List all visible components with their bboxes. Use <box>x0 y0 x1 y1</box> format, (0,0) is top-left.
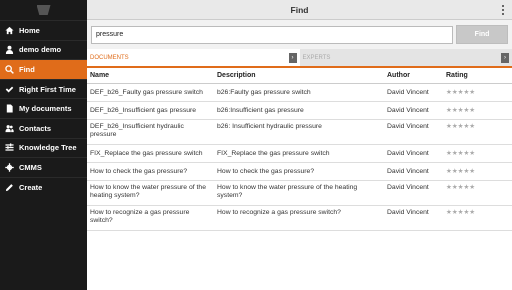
tree-icon <box>4 143 14 153</box>
cell-description: b26:Insufficient gas pressure <box>214 101 384 120</box>
sidebar-item-home[interactable]: Home <box>0 20 87 40</box>
sidebar-item-cmms[interactable]: CMMS <box>0 157 87 177</box>
cell-description: FIX_Replace the gas pressure switch <box>214 144 384 163</box>
rating-stars: ★★★★★ <box>443 119 512 145</box>
sidebar-item-label: Right First Time <box>19 84 76 94</box>
rating-stars: ★★★★★ <box>443 162 512 181</box>
column-header-rating[interactable]: Rating <box>443 68 512 84</box>
main-panel: Find Find DOCUMENTS › EXPERTS › Name Des… <box>87 0 512 290</box>
cell-author: David Vincent <box>384 162 443 181</box>
check-icon <box>4 84 14 94</box>
cell-description: b26:Faulty gas pressure switch <box>214 83 384 102</box>
sidebar-item-find[interactable]: Find <box>0 59 87 79</box>
find-button[interactable]: Find <box>456 25 508 44</box>
sidebar-item-label: My documents <box>19 104 72 114</box>
sidebar-item-label: Knowledge Tree <box>19 143 77 153</box>
sidebar-item-right-first-time[interactable]: Right First Time <box>0 78 87 99</box>
column-header-description[interactable]: Description <box>214 68 384 84</box>
rating-stars: ★★★★★ <box>443 101 512 120</box>
chevron-right-icon: › <box>288 52 297 63</box>
cell-name: DEF_b26_Insufficient hydraulic pressure <box>87 119 214 145</box>
app-logo <box>0 0 87 20</box>
sidebar-item-create[interactable]: Create <box>0 176 87 197</box>
cell-author: David Vincent <box>384 144 443 163</box>
sidebar-item-label: Create <box>19 182 43 192</box>
sidebar-item-knowledge-tree[interactable]: Knowledge Tree <box>0 137 87 158</box>
column-header-author[interactable]: Author <box>384 68 443 84</box>
column-header-name[interactable]: Name <box>87 68 214 84</box>
cell-name: How to check the gas pressure? <box>87 162 214 181</box>
tab-documents[interactable]: DOCUMENTS › <box>87 49 300 68</box>
results-table: Name Description Author Rating DEF_b26_F… <box>87 68 512 231</box>
gear-icon <box>4 162 14 172</box>
cell-author: David Vincent <box>384 180 443 206</box>
sidebar: Home demo demo Find Right First Time My … <box>0 0 87 290</box>
page-title: Find <box>290 4 309 15</box>
contacts-icon <box>4 123 14 133</box>
table-row[interactable]: DEF_b26_Insufficient hydraulic pressure … <box>87 119 512 145</box>
cell-author: David Vincent <box>384 83 443 102</box>
cell-description: b26: Insufficient hydraulic pressure <box>214 119 384 145</box>
tab-label: EXPERTS <box>302 54 331 61</box>
sidebar-item-label: demo demo <box>19 45 62 55</box>
table-row[interactable]: How to know the water pressure of the he… <box>87 180 512 206</box>
sidebar-item-label: CMMS <box>19 162 42 172</box>
sidebar-item-user[interactable]: demo demo <box>0 39 87 60</box>
cell-name: DEF_b26_Faulty gas pressure switch <box>87 83 214 102</box>
chevron-right-icon: › <box>501 52 509 63</box>
sidebar-item-label: Home <box>19 25 40 35</box>
table-row[interactable]: DEF_b26_Faulty gas pressure switch b26:F… <box>87 83 512 102</box>
cell-author: David Vincent <box>384 205 443 231</box>
tab-label: DOCUMENTS <box>90 54 129 61</box>
rating-stars: ★★★★★ <box>443 180 512 206</box>
cell-name: How to know the water pressure of the he… <box>87 180 214 206</box>
cell-name: How to recognize a gas pressure switch? <box>87 205 214 231</box>
table-row[interactable]: DEF_b26_Insufficient gas pressure b26:In… <box>87 101 512 120</box>
search-icon <box>4 64 14 74</box>
sidebar-item-label: Contacts <box>19 123 52 133</box>
cell-author: David Vincent <box>384 119 443 145</box>
cell-author: David Vincent <box>384 101 443 120</box>
document-icon <box>4 104 14 114</box>
tab-bar: DOCUMENTS › EXPERTS › <box>87 49 512 68</box>
search-input[interactable] <box>91 25 454 44</box>
overflow-menu-icon[interactable] <box>502 5 505 15</box>
cell-description: How to check the gas pressure? <box>214 162 384 181</box>
tab-experts[interactable]: EXPERTS › <box>299 49 512 66</box>
table-row[interactable]: How to check the gas pressure? How to ch… <box>87 162 512 181</box>
table-header-row: Name Description Author Rating <box>87 68 512 84</box>
rating-stars: ★★★★★ <box>443 205 512 231</box>
cell-description: How to know the water pressure of the he… <box>214 180 384 206</box>
rating-stars: ★★★★★ <box>443 144 512 163</box>
user-icon <box>4 45 14 55</box>
header-bar: Find <box>87 0 512 20</box>
table-row[interactable]: FIX_Replace the gas pressure switch FIX_… <box>87 144 512 163</box>
table-row[interactable]: How to recognize a gas pressure switch? … <box>87 205 512 231</box>
sidebar-item-my-documents[interactable]: My documents <box>0 98 87 118</box>
home-icon <box>4 25 14 35</box>
cell-name: FIX_Replace the gas pressure switch <box>87 144 214 163</box>
pencil-icon <box>4 182 14 192</box>
cell-name: DEF_b26_Insufficient gas pressure <box>87 101 214 120</box>
search-bar: Find <box>87 20 512 49</box>
rating-stars: ★★★★★ <box>443 83 512 102</box>
sidebar-item-label: Find <box>19 64 35 74</box>
sidebar-item-contacts[interactable]: Contacts <box>0 117 87 138</box>
cell-description: How to recognize a gas pressure switch? <box>214 205 384 231</box>
